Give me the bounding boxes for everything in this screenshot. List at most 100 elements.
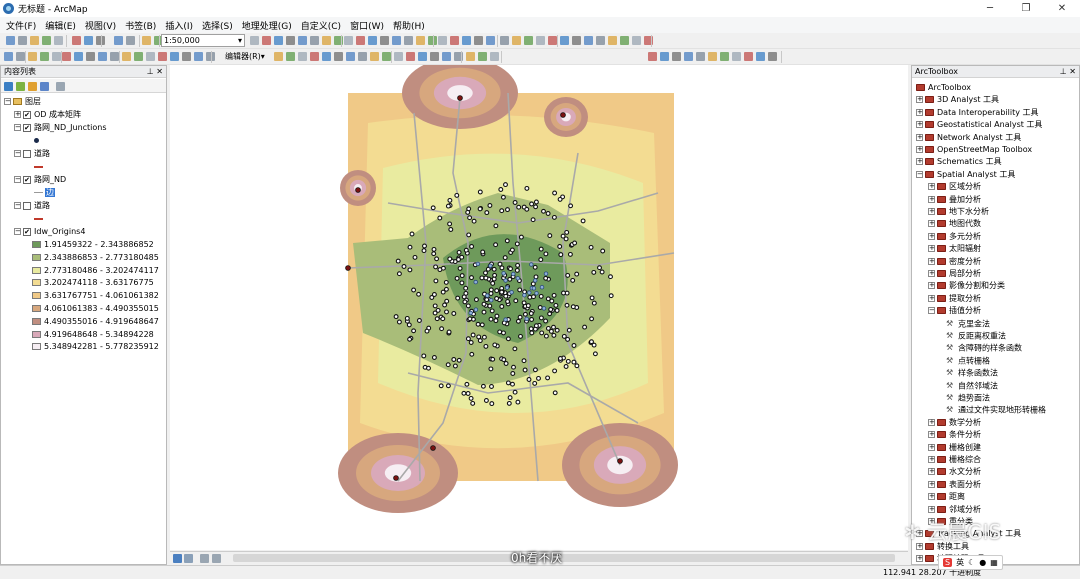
toolbar-tool-icon[interactable]	[298, 36, 307, 45]
toolbar-tool-icon[interactable]	[250, 36, 259, 45]
toolbar-tool-icon[interactable]	[572, 36, 581, 45]
editor-menu-button[interactable]: 编辑器(R)▾	[225, 50, 265, 64]
collapse-icon[interactable]: −	[14, 150, 21, 157]
expand-icon[interactable]: +	[916, 146, 923, 153]
close-icon[interactable]: ✕	[1044, 0, 1080, 17]
tool-item[interactable]: ⚒ 含障碍的样条函数	[946, 342, 1022, 354]
toolset-item[interactable]: + 水文分析	[928, 466, 981, 478]
toolset-item[interactable]: + 区域分析	[928, 181, 981, 193]
toolbar-tool-icon[interactable]	[756, 52, 765, 61]
menu-item[interactable]: 地理处理(G)	[242, 19, 292, 32]
toolbar-tool-icon[interactable]	[370, 52, 379, 61]
toolbar-tool-icon[interactable]	[74, 52, 83, 61]
expand-icon[interactable]: +	[916, 555, 923, 563]
toolbox-item[interactable]: + Network Analyst 工具	[916, 132, 1021, 144]
toolset-item[interactable]: + 影像分割和分类	[928, 280, 1005, 292]
toolbar-tool-icon[interactable]	[16, 52, 25, 61]
toolbar-tool-icon[interactable]	[768, 52, 777, 61]
toolbar-tool-icon[interactable]	[134, 52, 143, 61]
toolbar-tool-icon[interactable]	[310, 52, 319, 61]
toolbar-tool-icon[interactable]	[524, 36, 533, 45]
toolset-item[interactable]: − 插值分析	[928, 305, 981, 317]
layer-visibility-checkbox[interactable]: ✔	[23, 110, 31, 119]
toolbar-tool-icon[interactable]	[28, 52, 37, 61]
toolset-item[interactable]: + 多元分析	[928, 231, 981, 243]
toolbar-tool-icon[interactable]	[442, 52, 451, 61]
toolbox-item[interactable]: + Schematics 工具	[916, 156, 1002, 168]
map-view[interactable]	[170, 57, 908, 550]
toolbar-tool-icon[interactable]	[182, 52, 191, 61]
tool-item[interactable]: ⚒ 克里金法	[946, 318, 990, 330]
mic-icon[interactable]: ●	[979, 558, 986, 567]
toolbar-tool-icon[interactable]	[430, 52, 439, 61]
expand-icon[interactable]: +	[928, 183, 935, 191]
toolset-item[interactable]: + 栅格创建	[928, 442, 981, 454]
expand-icon[interactable]: +	[928, 232, 935, 240]
toolset-item[interactable]: + 表面分析	[928, 479, 981, 491]
refresh-icon[interactable]	[200, 554, 209, 563]
expand-icon[interactable]: +	[928, 270, 935, 277]
toolbar-tool-icon[interactable]	[72, 36, 81, 45]
data-view-icon[interactable]	[173, 554, 182, 563]
toolset-item[interactable]: + 条件分析	[928, 429, 981, 441]
toolbar-tool-icon[interactable]	[490, 52, 499, 61]
scale-dropdown[interactable]: 1:50,000	[161, 34, 245, 47]
toc-layer[interactable]: − 道路	[14, 148, 50, 160]
toolbar-tool-icon[interactable]	[40, 52, 49, 61]
toolbar-tool-icon[interactable]	[382, 52, 391, 61]
expand-icon[interactable]: +	[928, 418, 935, 426]
toolbox-item[interactable]: − Spatial Analyst 工具	[916, 169, 1015, 181]
toolbar-tool-icon[interactable]	[462, 36, 471, 45]
expand-icon[interactable]: +	[928, 294, 935, 302]
toolbar-tool-icon[interactable]	[158, 52, 167, 61]
toolbar-tool-icon[interactable]	[110, 52, 119, 61]
toolbar-tool-icon[interactable]	[146, 52, 155, 61]
toolbar-tool-icon[interactable]	[404, 36, 413, 45]
expand-icon[interactable]: +	[928, 505, 935, 513]
moon-icon[interactable]: ☾	[968, 558, 975, 567]
toolbar-tool-icon[interactable]	[54, 36, 63, 45]
ime-language[interactable]: 英	[956, 557, 964, 568]
toolbar-tool-icon[interactable]	[356, 36, 365, 45]
toolbox-item[interactable]: + Data Interoperability 工具	[916, 107, 1039, 119]
expand-icon[interactable]: +	[916, 158, 923, 166]
menu-item[interactable]: 帮助(H)	[393, 19, 425, 32]
toolbar-tool-icon[interactable]	[466, 52, 475, 61]
tool-item[interactable]: ⚒ 自然邻域法	[946, 380, 998, 392]
menu-item[interactable]: 视图(V)	[85, 19, 116, 32]
expand-icon[interactable]: +	[916, 96, 923, 104]
toolbar-tool-icon[interactable]	[720, 52, 729, 61]
expand-icon[interactable]: +	[928, 493, 935, 501]
toolbar-tool-icon[interactable]	[438, 36, 447, 45]
toolbar-tool-icon[interactable]	[478, 52, 487, 61]
toolbar-tool-icon[interactable]	[322, 36, 331, 45]
list-by-source-icon[interactable]	[16, 82, 25, 91]
expand-icon[interactable]: +	[928, 195, 935, 203]
edge-symbol[interactable]: 边	[34, 187, 55, 199]
toolbar-tool-icon[interactable]	[500, 36, 509, 45]
toolbar-tool-icon[interactable]	[368, 36, 377, 45]
expand-icon[interactable]: +	[928, 208, 935, 215]
toolbar-tool-icon[interactable]	[4, 52, 13, 61]
toolset-item[interactable]: + 数学分析	[928, 417, 981, 429]
toolbar-tool-icon[interactable]	[194, 52, 203, 61]
toolbar-tool-icon[interactable]	[298, 52, 307, 61]
toolbar-tool-icon[interactable]	[416, 36, 425, 45]
toolbar-tool-icon[interactable]	[334, 52, 343, 61]
menu-item[interactable]: 文件(F)	[6, 19, 36, 32]
toolbar-tool-icon[interactable]	[608, 36, 617, 45]
toolbar-tool-icon[interactable]	[708, 52, 717, 61]
menu-item[interactable]: 编辑(E)	[45, 19, 76, 32]
toolbar-tool-icon[interactable]	[392, 36, 401, 45]
layer-visibility-checkbox[interactable]: ✔	[23, 227, 31, 236]
toolbar-tool-icon[interactable]	[262, 36, 271, 45]
toolbar-tool-icon[interactable]	[358, 52, 367, 61]
toolbar-tool-icon[interactable]	[536, 36, 545, 45]
toolbar-tool-icon[interactable]	[632, 36, 641, 45]
collapse-icon[interactable]: −	[14, 202, 21, 209]
toolbar-tool-icon[interactable]	[744, 52, 753, 61]
toolbar-tool-icon[interactable]	[394, 52, 403, 61]
toolbar-tool-icon[interactable]	[548, 36, 557, 45]
toolbar-tool-icon[interactable]	[696, 52, 705, 61]
toolbar-tool-icon[interactable]	[584, 36, 593, 45]
